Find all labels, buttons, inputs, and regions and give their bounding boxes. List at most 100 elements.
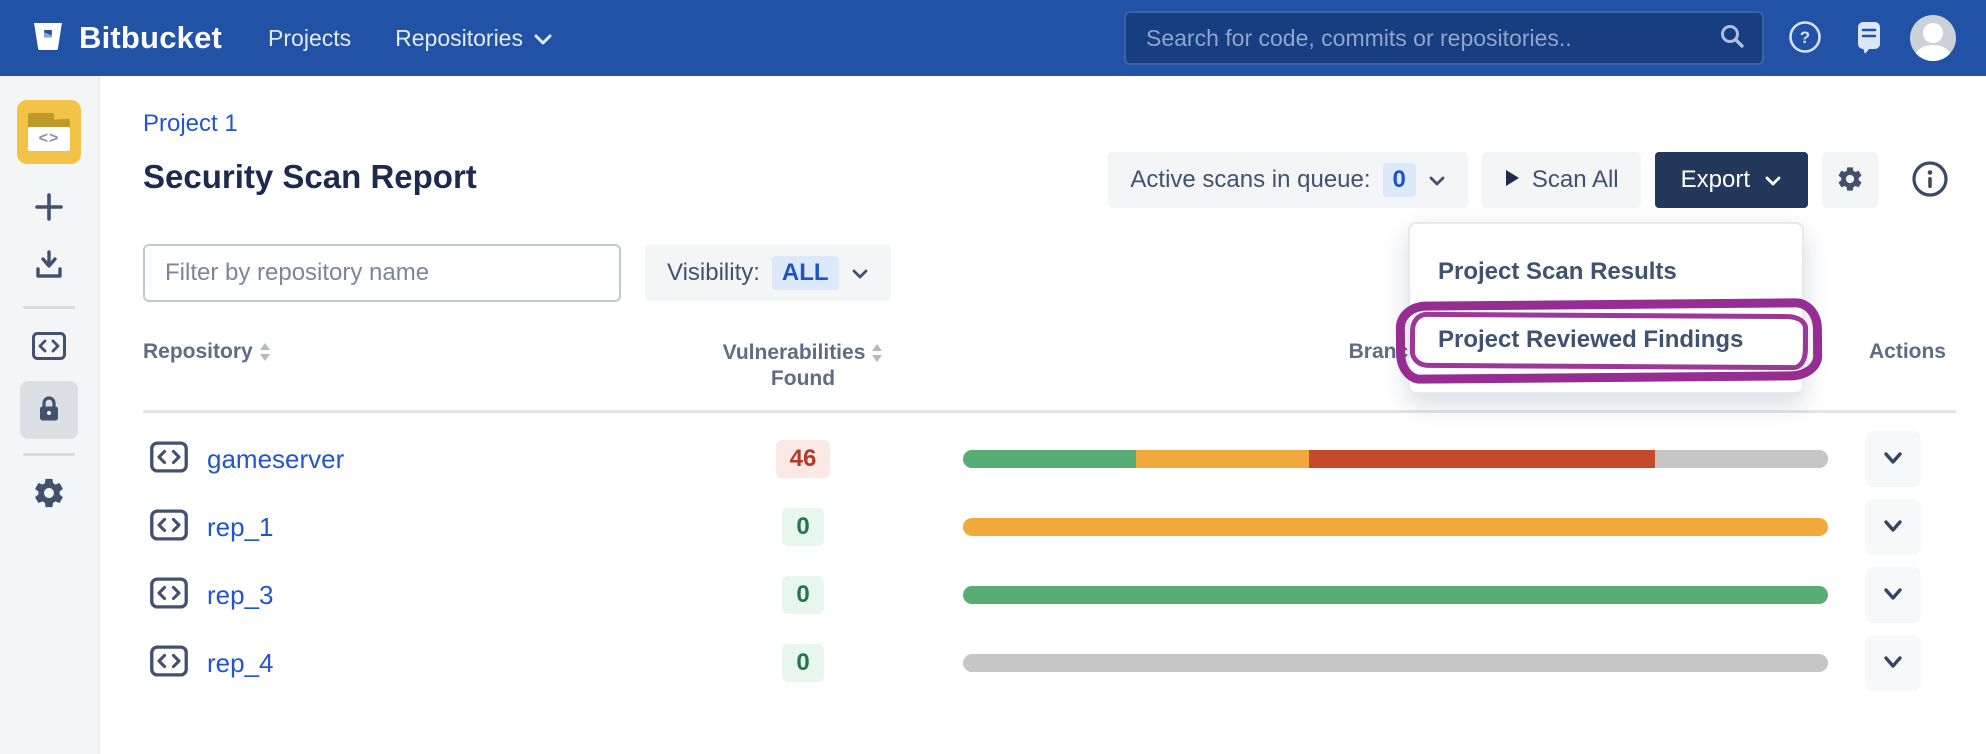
chevron-down-icon (1882, 587, 1904, 604)
feedback-button[interactable] (1846, 15, 1892, 61)
active-scans-label: Active scans in queue: (1130, 166, 1370, 194)
menu-item-project-scan-results[interactable]: Project Scan Results (1410, 248, 1802, 296)
export-button[interactable]: Export (1655, 152, 1808, 208)
table-row: gameserver 46 (143, 425, 1956, 493)
folder-code-icon: <> (28, 127, 70, 151)
top-navbar: Bitbucket Projects Repositories ? (0, 0, 1986, 76)
help-icon: ? (1787, 19, 1823, 58)
visibility-label: Visibility: (667, 259, 760, 287)
scan-all-label: Scan All (1532, 166, 1619, 194)
sidebar-divider (23, 453, 75, 456)
menu-item-project-reviewed-findings[interactable]: Project Reviewed Findings (1410, 316, 1802, 364)
user-avatar[interactable] (1910, 15, 1956, 61)
nav-projects-label: Projects (268, 25, 351, 52)
sort-icon[interactable] (871, 344, 883, 362)
row-actions-button[interactable] (1865, 567, 1921, 623)
vulnerability-count-badge: 0 (782, 508, 823, 546)
chevron-down-icon (1882, 451, 1904, 468)
settings-button[interactable] (1822, 152, 1878, 208)
info-icon (1910, 159, 1950, 202)
repository-link[interactable]: rep_3 (207, 580, 274, 611)
branch-segment-green (963, 450, 1136, 468)
bitbucket-logo[interactable]: Bitbucket (30, 18, 222, 59)
sidebar-item-code[interactable] (23, 321, 75, 373)
main-content: Project 1 Security Scan Report Active sc… (100, 76, 1986, 754)
export-dropdown-menu: Project Scan Results Project Reviewed Fi… (1408, 222, 1804, 394)
gear-icon (32, 476, 66, 513)
branch-status-bar[interactable] (963, 654, 1828, 672)
branch-status-bar[interactable] (963, 518, 1828, 536)
repository-icon (149, 576, 189, 615)
menu-item-label: Project Reviewed Findings (1438, 326, 1743, 353)
left-sidebar: <> (0, 76, 100, 754)
breadcrumb[interactable]: Project 1 (143, 110, 238, 138)
column-actions: Actions (1830, 340, 1956, 364)
branch-segment-orange (963, 518, 1828, 536)
project-avatar[interactable]: <> (17, 100, 81, 164)
table-body: gameserver 46 rep_1 0 (143, 425, 1956, 697)
create-button[interactable] (23, 182, 75, 234)
gear-icon (1836, 165, 1864, 196)
chevron-down-icon (1882, 519, 1904, 536)
vulnerability-count-badge: 46 (776, 440, 831, 478)
visibility-dropdown[interactable]: Visibility: ALL (645, 245, 891, 301)
sidebar-item-settings[interactable] (23, 468, 75, 520)
import-button[interactable] (23, 240, 75, 292)
column-vulnerabilities: Vulnerabilities Found (643, 340, 963, 392)
branch-segment-gray (1655, 450, 1828, 468)
repository-icon (149, 440, 189, 479)
repository-link[interactable]: rep_4 (207, 648, 274, 679)
table-row: rep_4 0 (143, 629, 1956, 697)
table-row: rep_1 0 (143, 493, 1956, 561)
sort-icon[interactable] (259, 343, 271, 361)
repository-link[interactable]: rep_1 (207, 512, 274, 543)
sidebar-item-security[interactable] (20, 381, 78, 439)
search-icon[interactable] (1718, 22, 1746, 55)
page-title: Security Scan Report (143, 158, 477, 196)
code-icon (31, 331, 67, 364)
sidebar-divider (23, 306, 75, 309)
repository-filter-input[interactable] (143, 244, 621, 302)
branch-segment-red (1309, 450, 1655, 468)
nav-repositories[interactable]: Repositories (395, 25, 553, 52)
play-icon (1504, 166, 1520, 194)
row-actions-button[interactable] (1865, 635, 1921, 691)
svg-text:?: ? (1800, 28, 1810, 47)
row-actions-button[interactable] (1865, 499, 1921, 555)
primary-nav: Projects Repositories (268, 25, 553, 52)
row-actions-button[interactable] (1865, 431, 1921, 487)
info-button[interactable] (1904, 154, 1956, 206)
chevron-down-icon (1882, 655, 1904, 672)
plus-icon (32, 190, 66, 227)
vulnerability-count-badge: 0 (782, 576, 823, 614)
table-row: rep_3 0 (143, 561, 1956, 629)
column-repository: Repository (143, 340, 643, 364)
global-search[interactable] (1124, 11, 1764, 65)
feedback-icon (1852, 19, 1886, 58)
nav-repositories-label: Repositories (395, 25, 523, 52)
help-button[interactable]: ? (1782, 15, 1828, 61)
nav-projects[interactable]: Projects (268, 25, 351, 52)
branch-segment-green (963, 586, 1828, 604)
chevron-down-icon (851, 259, 869, 287)
export-label: Export (1681, 166, 1750, 194)
brand-name: Bitbucket (79, 20, 222, 56)
active-scans-dropdown[interactable]: Active scans in queue: 0 (1108, 152, 1468, 208)
repository-link[interactable]: gameserver (207, 444, 344, 475)
lock-icon (33, 393, 65, 428)
chevron-down-icon (533, 25, 553, 52)
repository-icon (149, 508, 189, 547)
download-icon (32, 248, 66, 285)
toolbar: Active scans in queue: 0 Scan All Export (1108, 152, 1956, 208)
chevron-down-icon (1764, 166, 1782, 194)
branch-segment-gray (963, 654, 1828, 672)
chevron-down-icon (1428, 166, 1446, 194)
branch-status-bar[interactable] (963, 450, 1828, 468)
scan-all-button[interactable]: Scan All (1482, 152, 1641, 208)
vulnerability-count-badge: 0 (782, 644, 823, 682)
search-input[interactable] (1146, 25, 1718, 52)
visibility-value: ALL (772, 256, 839, 290)
bitbucket-icon (30, 18, 66, 59)
active-scans-count: 0 (1383, 163, 1416, 197)
branch-status-bar[interactable] (963, 586, 1828, 604)
